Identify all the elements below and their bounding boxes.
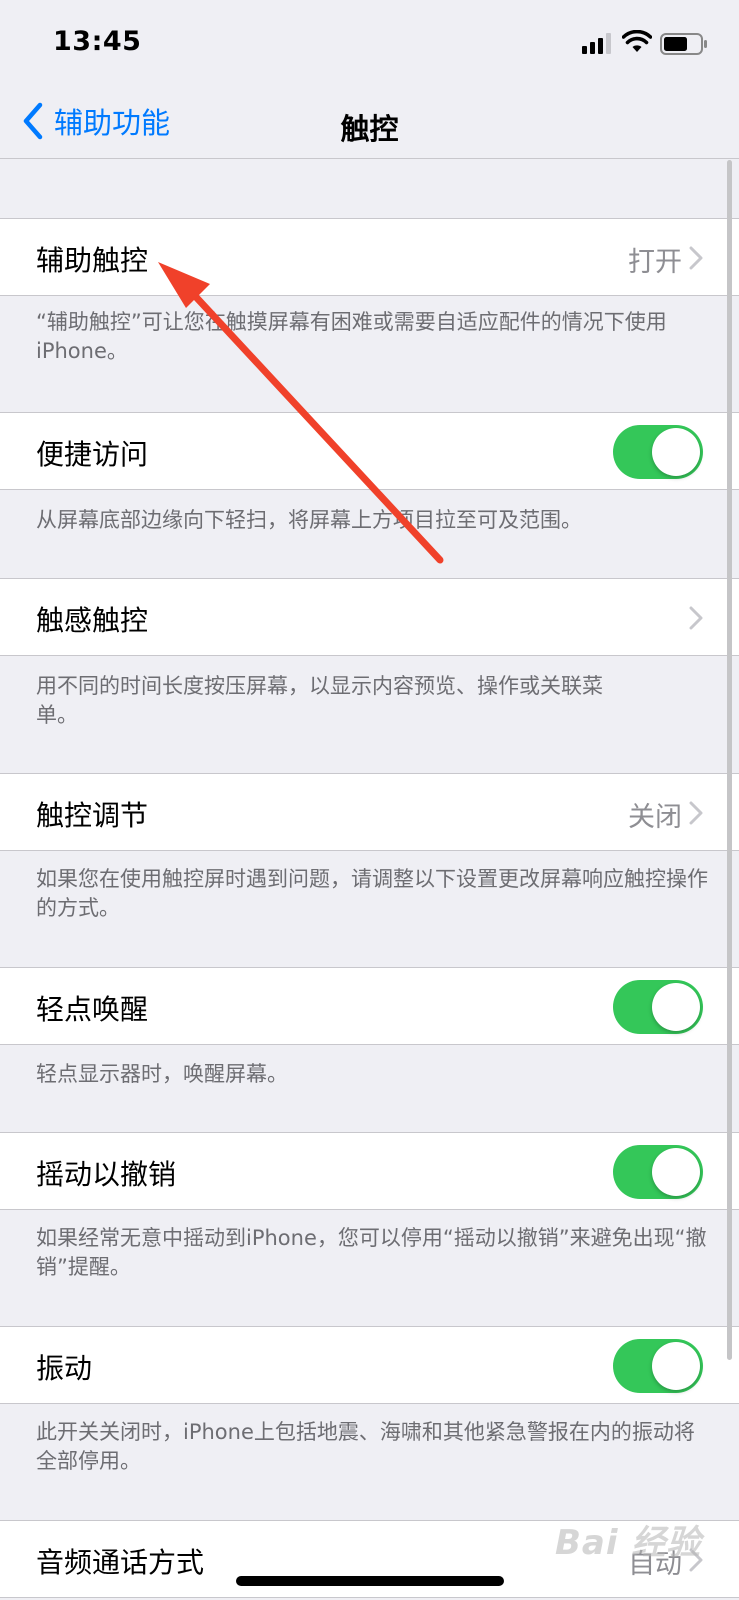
touch-accommodations-row[interactable]: 触控调节 关闭 [0,773,739,851]
watermark: Bai 经验 [555,1523,702,1563]
row-label: 轻点唤醒 [36,993,149,1026]
reachability-row: 便捷访问 [0,412,739,490]
screen: 13:45 辅助功能 触控 辅助触控 打开 “辅助触控”可让您在触摸屏幕有困难或… [0,0,739,1600]
row-label: 触控调节 [36,799,149,832]
chevron-right-icon [689,606,703,630]
wifi-icon [622,30,652,52]
battery-icon [660,33,707,55]
row-label: 音频通话方式 [36,1546,205,1579]
row-label: 振动 [36,1352,93,1385]
haptic-touch-row[interactable]: 触感触控 [0,578,739,656]
navigation-bar: 辅助功能 触控 [0,88,739,159]
status-time: 13:45 [53,26,142,57]
cellular-signal-icon [582,33,611,54]
row-label: 触感触控 [36,604,149,637]
vibration-toggle[interactable] [613,1339,703,1393]
section-footer: 此开关关闭时，iPhone上包括地震、海啸和其他紧急警报在内的振动将全部停用。 [36,1420,695,1473]
scroll-indicator [727,160,732,1360]
toggle-knob [652,1148,700,1196]
section-footer: 从屏幕底部边缘向下轻扫，将屏幕上方项目拉至可及范围。 [36,508,582,532]
home-indicator[interactable] [236,1576,504,1586]
tap-to-wake-row: 轻点唤醒 [0,967,739,1045]
section-footer: 如果您在使用触控屏时遇到问题，请调整以下设置更改屏幕响应触控操作的方式。 [36,867,708,920]
section-footer: “辅助触控”可让您在触摸屏幕有困难或需要自适应配件的情况下使用iPhone。 [36,310,667,363]
row-detail-value: 打开 [628,247,682,278]
reachability-toggle[interactable] [613,425,703,479]
section-footer: 用不同的时间长度按压屏幕，以显示内容预览、操作或关联菜单。 [36,674,603,727]
section-footer: 轻点显示器时，唤醒屏幕。 [36,1062,288,1086]
status-bar: 13:45 [0,0,739,88]
page-title: 触控 [340,112,399,146]
shake-to-undo-row: 摇动以撤销 [0,1132,739,1210]
vibration-row: 振动 [0,1326,739,1404]
toggle-knob [652,428,700,476]
assistive-touch-row[interactable]: 辅助触控 打开 [0,218,739,296]
toggle-knob [652,983,700,1031]
row-label: 便捷访问 [36,438,149,471]
tap-to-wake-toggle[interactable] [613,980,703,1034]
row-label: 摇动以撤销 [36,1158,177,1191]
row-detail-value: 关闭 [628,802,682,833]
shake-to-undo-toggle[interactable] [613,1145,703,1199]
row-label: 辅助触控 [36,244,149,277]
toggle-knob [652,1342,700,1390]
section-footer: 如果经常无意中摇动到iPhone，您可以停用“摇动以撤销”来避免出现“撤销”提醒… [36,1226,707,1279]
chevron-right-icon [689,801,703,825]
chevron-right-icon [689,246,703,270]
